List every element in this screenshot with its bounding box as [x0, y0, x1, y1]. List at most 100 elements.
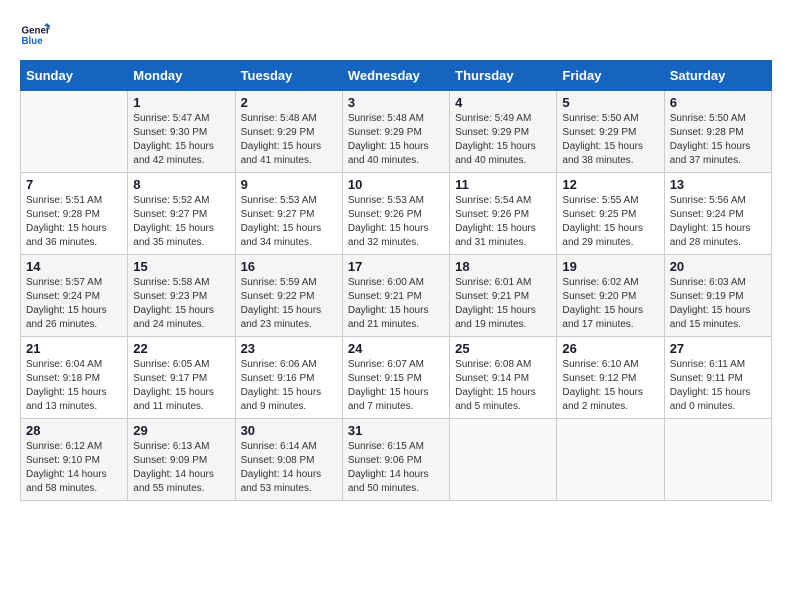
day-number: 5: [562, 95, 658, 110]
day-cell: 27 Sunrise: 6:11 AM Sunset: 9:11 PM Dayli…: [664, 337, 771, 419]
day-info: Sunrise: 6:08 AM Sunset: 9:14 PM Dayligh…: [455, 358, 551, 414]
week-row-3: 14 Sunrise: 5:57 AM Sunset: 9:24 PM Dayli…: [21, 255, 772, 337]
day-cell: 13Sunrise: 5:56 AM Sunset: 9:24 PM Dayli…: [664, 173, 771, 255]
day-info: Sunrise: 5:55 AM Sunset: 9:25 PM Dayligh…: [562, 194, 658, 250]
day-number: 16: [241, 259, 337, 274]
day-cell: 25 Sunrise: 6:08 AM Sunset: 9:14 PM Dayli…: [450, 337, 557, 419]
day-info: Sunrise: 5:59 AM Sunset: 9:22 PM Dayligh…: [241, 276, 337, 332]
svg-text:General: General: [22, 26, 51, 37]
week-row-5: 28 Sunrise: 6:12 AM Sunset: 9:10 PM Dayli…: [21, 419, 772, 501]
day-number: 14: [26, 259, 122, 274]
header-cell-thursday: Thursday: [450, 61, 557, 91]
day-cell: 28 Sunrise: 6:12 AM Sunset: 9:10 PM Dayli…: [21, 419, 128, 501]
day-number: 9: [241, 177, 337, 192]
day-cell: 14 Sunrise: 5:57 AM Sunset: 9:24 PM Dayli…: [21, 255, 128, 337]
day-cell: [450, 419, 557, 501]
day-number: 24: [348, 341, 444, 356]
day-number: 21: [26, 341, 122, 356]
day-number: 30: [241, 423, 337, 438]
page-header: General Blue: [20, 20, 772, 50]
day-cell: 15 Sunrise: 5:58 AM Sunset: 9:23 PM Dayli…: [128, 255, 235, 337]
day-number: 13: [670, 177, 766, 192]
day-cell: 18 Sunrise: 6:01 AM Sunset: 9:21 PM Dayli…: [450, 255, 557, 337]
day-number: 20: [670, 259, 766, 274]
day-number: 8: [133, 177, 229, 192]
day-info: Sunrise: 6:05 AM Sunset: 9:17 PM Dayligh…: [133, 358, 229, 414]
day-cell: 12 Sunrise: 5:55 AM Sunset: 9:25 PM Dayli…: [557, 173, 664, 255]
day-cell: [557, 419, 664, 501]
day-info: Sunrise: 5:51 AM Sunset: 9:28 PM Dayligh…: [26, 194, 122, 250]
day-info: Sunrise: 6:10 AM Sunset: 9:12 PM Dayligh…: [562, 358, 658, 414]
day-number: 19: [562, 259, 658, 274]
day-number: 1: [133, 95, 229, 110]
header-cell-wednesday: Wednesday: [342, 61, 449, 91]
day-info: Sunrise: 5:50 AM Sunset: 9:29 PM Dayligh…: [562, 112, 658, 168]
day-number: 17: [348, 259, 444, 274]
day-info: Sunrise: 6:00 AM Sunset: 9:21 PM Dayligh…: [348, 276, 444, 332]
day-info: Sunrise: 5:48 AM Sunset: 9:29 PM Dayligh…: [348, 112, 444, 168]
day-number: 12: [562, 177, 658, 192]
day-cell: 20 Sunrise: 6:03 AM Sunset: 9:19 PM Dayli…: [664, 255, 771, 337]
day-number: 10: [348, 177, 444, 192]
day-number: 28: [26, 423, 122, 438]
day-cell: 7Sunrise: 5:51 AM Sunset: 9:28 PM Daylig…: [21, 173, 128, 255]
day-info: Sunrise: 5:57 AM Sunset: 9:24 PM Dayligh…: [26, 276, 122, 332]
day-number: 18: [455, 259, 551, 274]
header-row: SundayMondayTuesdayWednesdayThursdayFrid…: [21, 61, 772, 91]
day-cell: 8Sunrise: 5:52 AM Sunset: 9:27 PM Daylig…: [128, 173, 235, 255]
day-cell: 31 Sunrise: 6:15 AM Sunset: 9:06 PM Dayli…: [342, 419, 449, 501]
day-cell: 11 Sunrise: 5:54 AM Sunset: 9:26 PM Dayli…: [450, 173, 557, 255]
day-info: Sunrise: 6:15 AM Sunset: 9:06 PM Dayligh…: [348, 440, 444, 496]
day-info: Sunrise: 6:07 AM Sunset: 9:15 PM Dayligh…: [348, 358, 444, 414]
day-info: Sunrise: 5:58 AM Sunset: 9:23 PM Dayligh…: [133, 276, 229, 332]
day-number: 4: [455, 95, 551, 110]
day-number: 22: [133, 341, 229, 356]
week-row-4: 21 Sunrise: 6:04 AM Sunset: 9:18 PM Dayli…: [21, 337, 772, 419]
header-cell-monday: Monday: [128, 61, 235, 91]
day-cell: 30 Sunrise: 6:14 AM Sunset: 9:08 PM Dayli…: [235, 419, 342, 501]
day-info: Sunrise: 6:13 AM Sunset: 9:09 PM Dayligh…: [133, 440, 229, 496]
day-cell: 4Sunrise: 5:49 AM Sunset: 9:29 PM Daylig…: [450, 91, 557, 173]
day-cell: 22 Sunrise: 6:05 AM Sunset: 9:17 PM Dayli…: [128, 337, 235, 419]
week-row-1: 1 Sunrise: 5:47 AM Sunset: 9:30 PM Daylig…: [21, 91, 772, 173]
header-cell-tuesday: Tuesday: [235, 61, 342, 91]
day-cell: 29 Sunrise: 6:13 AM Sunset: 9:09 PM Dayli…: [128, 419, 235, 501]
header-cell-saturday: Saturday: [664, 61, 771, 91]
day-cell: 21 Sunrise: 6:04 AM Sunset: 9:18 PM Dayli…: [21, 337, 128, 419]
day-cell: 1 Sunrise: 5:47 AM Sunset: 9:30 PM Daylig…: [128, 91, 235, 173]
header-cell-sunday: Sunday: [21, 61, 128, 91]
day-info: Sunrise: 5:53 AM Sunset: 9:27 PM Dayligh…: [241, 194, 337, 250]
day-info: Sunrise: 6:11 AM Sunset: 9:11 PM Dayligh…: [670, 358, 766, 414]
day-number: 26: [562, 341, 658, 356]
day-number: 29: [133, 423, 229, 438]
day-number: 15: [133, 259, 229, 274]
day-number: 3: [348, 95, 444, 110]
day-cell: 3 Sunrise: 5:48 AM Sunset: 9:29 PM Daylig…: [342, 91, 449, 173]
day-cell: 26 Sunrise: 6:10 AM Sunset: 9:12 PM Dayli…: [557, 337, 664, 419]
day-info: Sunrise: 6:01 AM Sunset: 9:21 PM Dayligh…: [455, 276, 551, 332]
day-info: Sunrise: 5:54 AM Sunset: 9:26 PM Dayligh…: [455, 194, 551, 250]
day-cell: 19Sunrise: 6:02 AM Sunset: 9:20 PM Dayli…: [557, 255, 664, 337]
calendar-table: SundayMondayTuesdayWednesdayThursdayFrid…: [20, 60, 772, 501]
week-row-2: 7Sunrise: 5:51 AM Sunset: 9:28 PM Daylig…: [21, 173, 772, 255]
day-cell: [664, 419, 771, 501]
day-info: Sunrise: 5:48 AM Sunset: 9:29 PM Dayligh…: [241, 112, 337, 168]
day-info: Sunrise: 6:03 AM Sunset: 9:19 PM Dayligh…: [670, 276, 766, 332]
day-cell: 23Sunrise: 6:06 AM Sunset: 9:16 PM Dayli…: [235, 337, 342, 419]
day-number: 31: [348, 423, 444, 438]
day-number: 25: [455, 341, 551, 356]
day-info: Sunrise: 6:12 AM Sunset: 9:10 PM Dayligh…: [26, 440, 122, 496]
day-cell: 6 Sunrise: 5:50 AM Sunset: 9:28 PM Daylig…: [664, 91, 771, 173]
day-number: 27: [670, 341, 766, 356]
day-cell: 24 Sunrise: 6:07 AM Sunset: 9:15 PM Dayli…: [342, 337, 449, 419]
day-number: 6: [670, 95, 766, 110]
day-number: 11: [455, 177, 551, 192]
day-cell: 17 Sunrise: 6:00 AM Sunset: 9:21 PM Dayli…: [342, 255, 449, 337]
day-number: 23: [241, 341, 337, 356]
day-cell: [21, 91, 128, 173]
day-info: Sunrise: 5:50 AM Sunset: 9:28 PM Dayligh…: [670, 112, 766, 168]
logo-icon: General Blue: [20, 20, 50, 50]
day-info: Sunrise: 6:14 AM Sunset: 9:08 PM Dayligh…: [241, 440, 337, 496]
day-info: Sunrise: 5:47 AM Sunset: 9:30 PM Dayligh…: [133, 112, 229, 168]
day-info: Sunrise: 6:04 AM Sunset: 9:18 PM Dayligh…: [26, 358, 122, 414]
